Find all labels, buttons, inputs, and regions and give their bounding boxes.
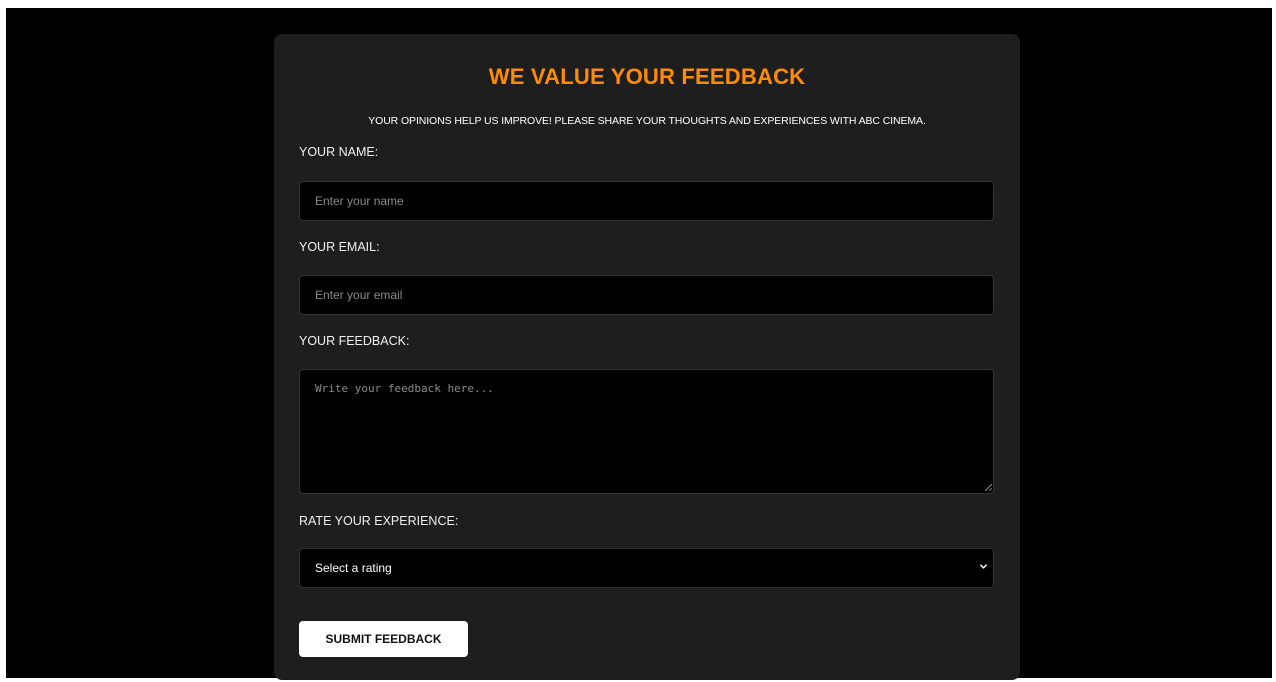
feedback-textarea[interactable] [299, 369, 994, 494]
form-subtitle: YOUR OPINIONS HELP US IMPROVE! PLEASE SH… [368, 115, 926, 127]
submit-feedback-button[interactable]: SUBMIT FEEDBACK [299, 621, 468, 657]
name-label: YOUR NAME: [299, 145, 379, 159]
feedback-label: YOUR FEEDBACK: [299, 334, 410, 348]
email-label: YOUR EMAIL: [299, 240, 380, 254]
feedback-textarea-wrapper [274, 369, 1020, 494]
email-input[interactable] [299, 275, 994, 315]
name-input[interactable] [299, 181, 994, 221]
chevron-down-icon [980, 564, 987, 569]
rating-label: RATE YOUR EXPERIENCE: [299, 514, 459, 528]
page-background: WE VALUE YOUR FEEDBACK YOUR OPINIONS HEL… [6, 8, 1272, 680]
form-title: WE VALUE YOUR FEEDBACK [488, 64, 806, 89]
rating-select[interactable]: Select a rating [299, 548, 994, 588]
feedback-form-card: WE VALUE YOUR FEEDBACK YOUR OPINIONS HEL… [274, 34, 1020, 680]
rating-select-value: Select a rating [315, 561, 392, 575]
